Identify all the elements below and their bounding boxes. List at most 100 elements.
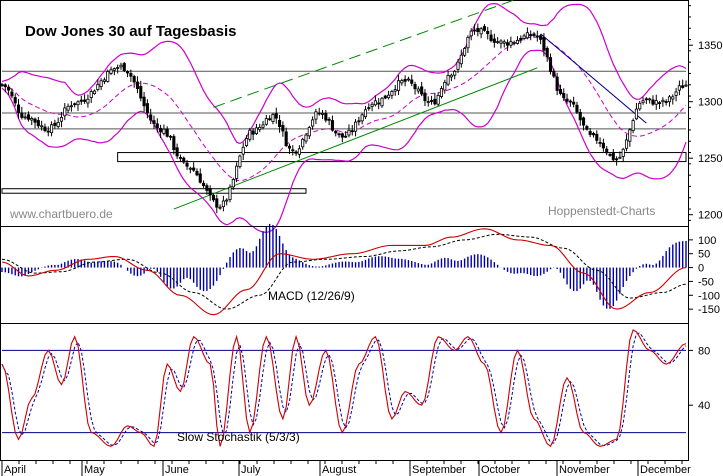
candle-body (297, 148, 301, 155)
candle-body (304, 134, 308, 142)
candle-body (469, 30, 473, 37)
candle-body (59, 116, 64, 122)
candle-body (681, 85, 685, 88)
candle-body (139, 86, 143, 99)
candle-body (182, 157, 186, 163)
candle-body (344, 135, 348, 138)
candle-body (119, 64, 123, 68)
candle-body (258, 126, 262, 130)
candle-body (532, 33, 536, 36)
price-tick-label: 13500 (698, 40, 723, 52)
candle-body (314, 111, 318, 120)
candle-body (142, 96, 146, 107)
month-label: September (412, 464, 466, 476)
candle-body (605, 148, 609, 154)
macd-tick-label: -100 (698, 290, 720, 302)
candle-body (393, 89, 397, 92)
stochastic-tick-label: 80 (698, 345, 710, 357)
candle-body (231, 179, 235, 188)
candle-body (572, 101, 576, 105)
candle-body (215, 198, 219, 208)
candle-body (459, 54, 463, 65)
candle-body (36, 120, 40, 127)
candle-body (658, 102, 662, 105)
candle-body (651, 99, 655, 105)
candle-body (83, 99, 87, 102)
candle-body (515, 39, 520, 44)
candle-body (291, 149, 295, 152)
candle-body (499, 40, 503, 44)
candle-body (628, 129, 632, 142)
watermark-right: Hoppenstedt-Charts (548, 204, 655, 218)
candle-body (159, 127, 163, 133)
candle-body (324, 113, 328, 121)
candle-body (73, 103, 77, 106)
stochastic-label: Slow Stochastik (5/3/3) (177, 430, 300, 444)
candle-body (56, 121, 60, 128)
candle-body (30, 118, 34, 121)
candle-body (433, 98, 437, 105)
candle-body (463, 48, 467, 56)
candle-body (192, 167, 196, 171)
candle-body (221, 200, 225, 208)
candle-body (677, 85, 681, 91)
support-box (1, 188, 307, 194)
candle-body (264, 118, 268, 125)
candle-body (667, 96, 672, 103)
candle-body (340, 133, 344, 138)
candle-body (598, 141, 602, 144)
candle-body (648, 98, 652, 101)
candle-body (380, 97, 384, 107)
candle-body (387, 94, 391, 99)
macd-frame (0, 226, 689, 324)
stochastic-panel: 80 40 (0, 323, 710, 461)
candle-body (377, 102, 381, 105)
candle-body (383, 95, 387, 99)
candle-body (145, 103, 149, 114)
candle-body (502, 41, 506, 44)
candle-body (294, 151, 298, 154)
candle-body (539, 35, 543, 40)
candle-body (208, 187, 212, 196)
candle-body (439, 88, 444, 97)
candle-body (565, 98, 569, 102)
candle-body (10, 91, 14, 97)
candle-body (112, 68, 116, 71)
candle-body (449, 74, 453, 78)
candle-body (278, 119, 282, 127)
candle-body (624, 139, 629, 149)
candle-body (16, 104, 21, 114)
candle-body (202, 182, 206, 187)
candle-body (413, 84, 417, 90)
candle-body (228, 186, 232, 200)
candle-body (89, 91, 93, 98)
candle-body (152, 120, 156, 125)
candle-body (621, 148, 625, 157)
macd-tick-label: 0 (698, 263, 704, 275)
candle-body (109, 69, 113, 74)
candle-body (188, 167, 192, 170)
candle-body (466, 37, 470, 49)
candle-body (198, 173, 202, 183)
candle-body (23, 116, 27, 119)
candle-body (644, 98, 648, 101)
candle-body (334, 130, 338, 134)
candle-body (149, 114, 153, 121)
candle-body (591, 132, 596, 136)
candle-body (396, 80, 401, 91)
candle-body (360, 114, 364, 122)
candle-body (631, 120, 635, 131)
month-label: October (481, 464, 520, 476)
candle-body (43, 126, 47, 132)
candle-body (320, 112, 325, 115)
candle-body (337, 133, 341, 136)
candle-body (443, 81, 447, 91)
candle-body (172, 136, 176, 151)
candle-body (248, 129, 252, 140)
month-label: April (4, 464, 26, 476)
candle-body (370, 103, 374, 107)
candle-body (416, 88, 420, 92)
candle-body (522, 35, 526, 39)
candle-body (423, 92, 427, 102)
candle-body (330, 120, 334, 131)
